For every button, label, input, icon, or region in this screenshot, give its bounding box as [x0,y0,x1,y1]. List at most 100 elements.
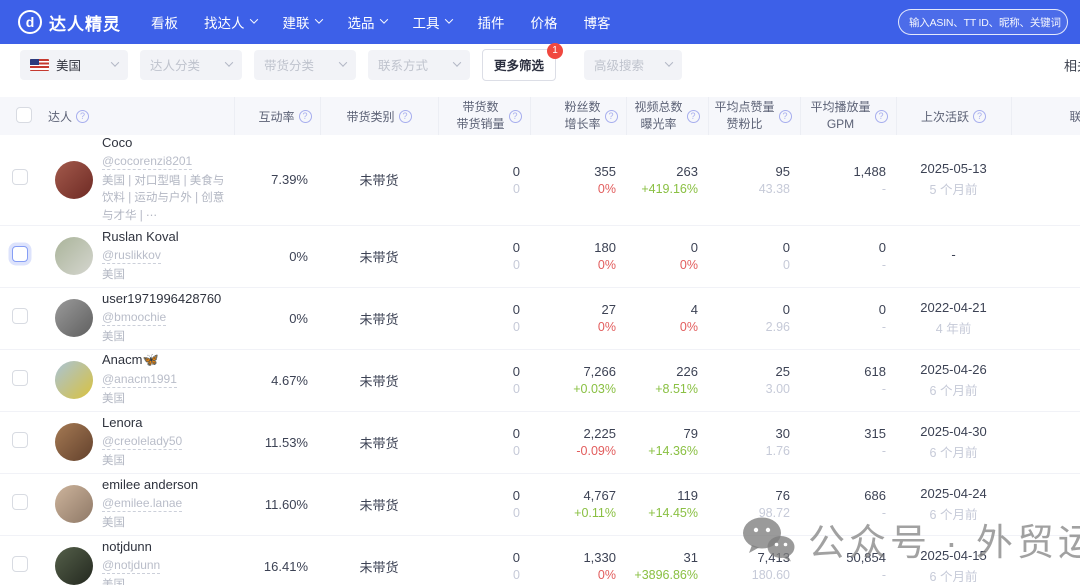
nav-menu-item[interactable]: 博客 [584,12,611,32]
sales-cell: 0 0 [438,535,530,585]
select-all-checkbox[interactable] [16,106,32,123]
engagement-rate-value: 0% [289,310,308,326]
last-active-date: 2025-04-26 [920,361,987,377]
exposure-value: +14.45% [648,506,698,521]
help-icon[interactable] [778,109,792,123]
last-active-date: 2025-05-13 [920,161,987,177]
creator-handle[interactable]: @bmoochie [102,310,167,326]
logo[interactable]: d 达人精灵 [18,10,121,35]
row-checkbox[interactable] [12,369,28,386]
help-icon[interactable] [398,109,412,123]
more-filters-button[interactable]: 更多筛选 1 [482,42,564,81]
avatar[interactable] [55,237,93,276]
global-search-input[interactable]: 输入ASIN、TT ID、昵称、关键词 [898,9,1068,35]
sales-volume-value: 0 [513,258,520,273]
nav-menu-item[interactable]: 插件 [478,12,505,32]
row-checkbox[interactable] [12,307,28,324]
creator-handle[interactable]: @creolelady50 [102,434,183,450]
engagement-rate-value: 7.39% [271,172,308,188]
videos-value: 31 [683,550,698,566]
help-icon[interactable] [874,109,888,123]
creator-name[interactable]: Ruslan Koval [102,229,228,244]
row-checkbox[interactable] [12,493,28,510]
gpm-value: - [881,568,886,583]
videos-value: 226 [676,364,698,380]
filter-select[interactable]: 带货分类 [254,49,356,80]
sales-volume-value: 0 [513,444,520,459]
avg-views-cell: 1,488 - [800,135,896,225]
help-icon[interactable] [76,109,90,123]
avg-likes-value: 25 [775,364,790,380]
contact-cell [1011,473,1080,535]
creator-handle[interactable]: @ruslikkov [102,248,161,264]
creator-name[interactable]: Coco [102,135,228,150]
avg-views-value: 50,854 [846,550,886,566]
avg-likes-value: 7,413 [757,550,790,566]
last-active-cell: - [896,225,1011,287]
last-active-date: 2025-04-15 [920,547,987,563]
help-icon[interactable] [973,109,986,123]
nav-menu-item[interactable]: 看板 [151,12,178,32]
avatar[interactable] [55,361,93,400]
avatar[interactable] [55,423,93,462]
creator-name[interactable]: Lenora [102,415,228,430]
nav-menu-item[interactable]: 价格 [531,12,558,32]
followers-cell: 4,767 +0.11% [530,473,626,535]
filter-select[interactable]: 联系方式 [368,49,470,80]
last-active-ago: 5 个月前 [929,183,978,198]
creator-name[interactable]: Anacm🦋 [102,352,228,368]
help-icon[interactable] [686,109,700,123]
nav-menu-item[interactable]: 选品 [348,12,388,32]
table-header: 达人 互动率 带货类别 带货数带货销量 粉丝数增长率 视频总数曝光率 平均点赞量… [0,97,1080,135]
exposure-value: +8.51% [655,382,698,397]
followers-growth-value: -0.09% [576,444,616,459]
nav-menu-item[interactable]: 找达人 [204,12,258,32]
logo-icon: d [18,10,42,34]
filter-select[interactable]: 达人分类 [140,49,242,80]
top-navbar: d 达人精灵 看板 找达人 建联 选品 工具 插件 价格 博客 输入ASIN、T… [0,0,1080,44]
creator-handle[interactable]: @emilee.lanae [102,496,183,512]
avatar[interactable] [55,160,93,199]
row-checkbox[interactable] [12,431,28,448]
country-select[interactable]: 美国 [20,49,128,80]
followers-value: 355 [594,163,616,179]
col-contact: 联系方式 [1069,109,1080,124]
sales-cell: 0 0 [438,135,530,225]
help-icon[interactable] [508,109,522,123]
contact-cell [1011,135,1080,225]
nav-item-label: 看板 [151,16,178,31]
avatar[interactable] [55,299,93,338]
creator-name[interactable]: emilee anderson [102,477,228,492]
creator-handle[interactable]: @anacm1991 [102,372,177,389]
avatar[interactable] [55,547,93,585]
last-active-ago: 6 个月前 [929,569,978,584]
chevron-down-icon [224,57,234,67]
col-videos: 视频总数 曝光率 [634,99,683,131]
sales-volume-value: 0 [513,568,520,583]
row-checkbox[interactable] [12,169,28,186]
avg-likes-cell: 95 43.38 [708,135,800,225]
creator-handle[interactable]: @cocorenzi8201 [102,154,193,170]
followers-growth-value: 0% [597,258,616,273]
help-icon[interactable] [298,109,312,123]
col-category: 带货类别 [346,109,395,124]
last-active-cell: 2025-05-13 5 个月前 [896,135,1011,225]
row-checkbox[interactable] [12,245,28,262]
chevron-down-icon [379,15,388,24]
sales-count-value: 0 [512,364,520,380]
advanced-search-select[interactable]: 高级搜索 [584,49,683,80]
avg-likes-value: 76 [775,488,790,504]
row-checkbox[interactable] [12,555,28,572]
videos-cell: 79 +14.36% [626,411,708,473]
like-follow-ratio-value: 2.96 [765,320,790,335]
followers-growth-value: 0% [597,568,616,583]
help-icon[interactable] [604,109,618,123]
nav-item-label: 找达人 [204,16,245,31]
creator-handle[interactable]: @notjdunn [102,558,161,574]
nav-menu-item[interactable]: 工具 [413,12,453,32]
related-sort-label[interactable]: 相关达人 [1064,55,1080,74]
nav-menu-item[interactable]: 建联 [283,12,323,32]
creator-name[interactable]: user1971996428760 [102,291,228,306]
creator-name[interactable]: notjdunn [102,539,228,554]
avatar[interactable] [55,485,93,524]
